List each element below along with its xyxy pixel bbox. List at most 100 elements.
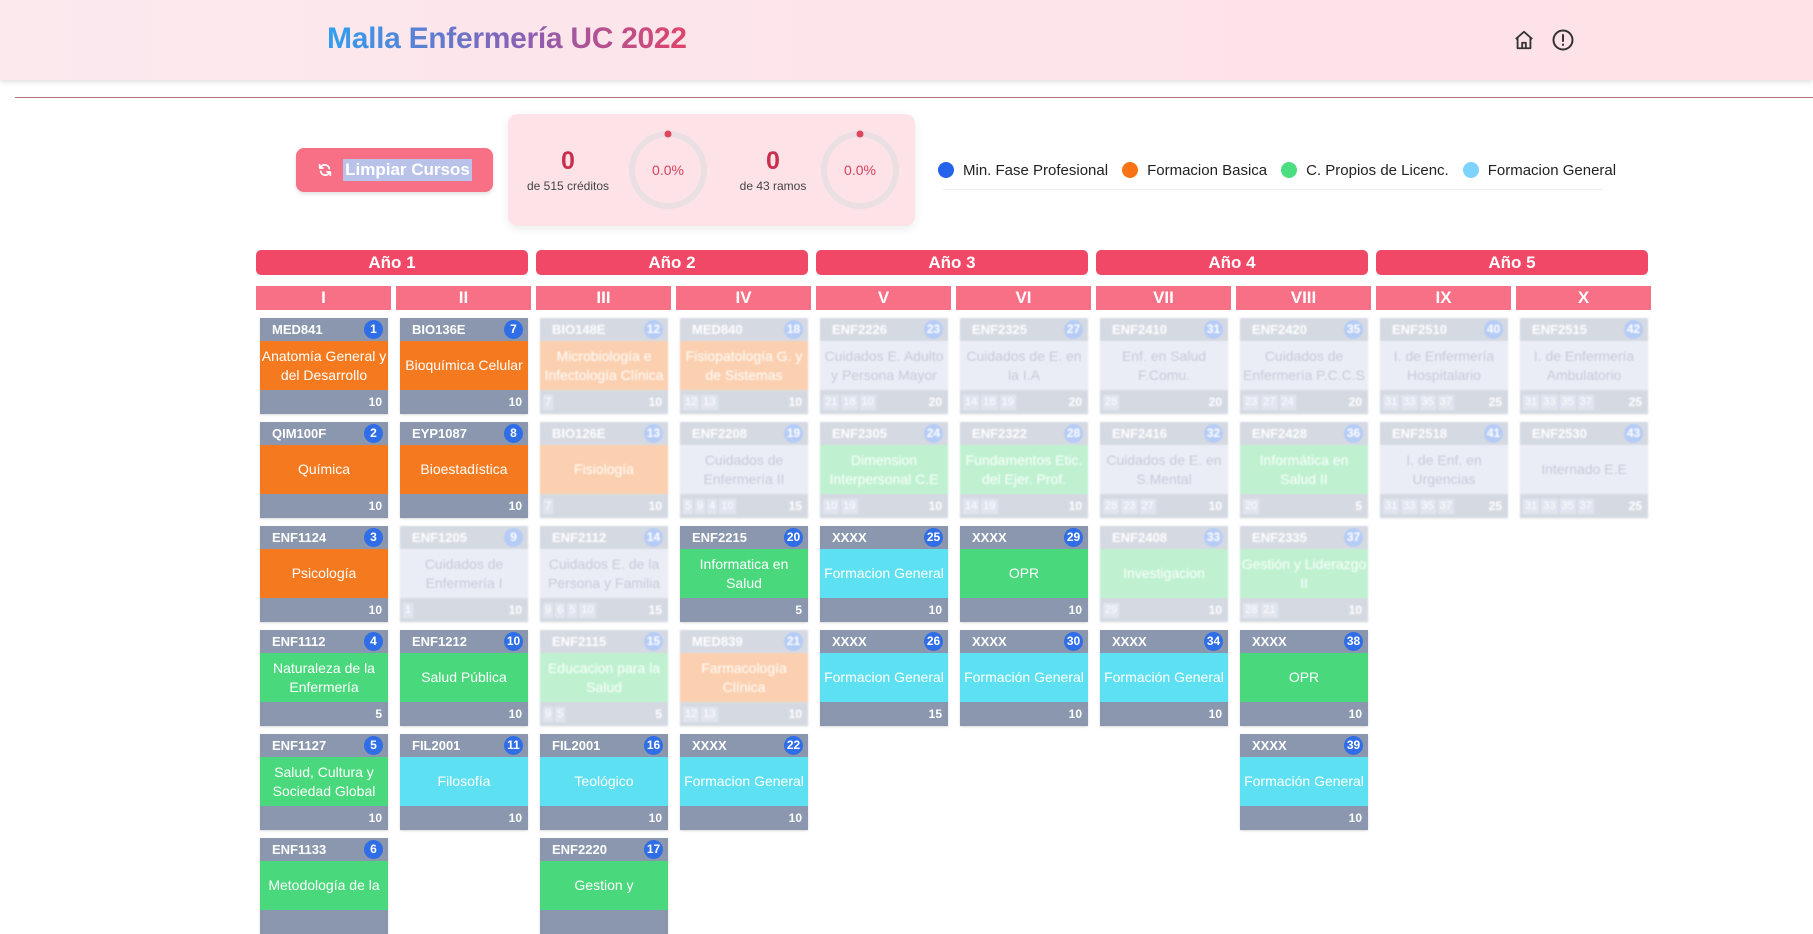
course-header: ENF2220 17 — [540, 838, 668, 861]
legend-dot — [938, 162, 954, 178]
course-card[interactable]: ENF2322 28 Fundamentos Etic. del Ejer. Pro… — [960, 422, 1088, 518]
clear-courses-button[interactable]: Limpiar Cursos — [296, 148, 493, 192]
course-credits: 10 — [1068, 603, 1082, 617]
course-card[interactable]: ENF2518 41 I. de Enf. en Urgencias 31 33 35 37… — [1380, 422, 1508, 518]
course-card[interactable]: ENF2112 14 Cuidados E. de la Persona y Fam… — [540, 526, 668, 622]
course-card[interactable]: ENF2220 17 Gestion y — [540, 838, 668, 934]
course-header: MED841 1 — [260, 318, 388, 341]
course-code: ENF2510 — [1392, 322, 1447, 337]
course-footer: 21 18 10 20 — [820, 390, 948, 414]
course-card[interactable]: XXXX 39 Formación General 10 — [1240, 734, 1368, 830]
course-card[interactable]: BIO148E 12 Microbiología e Infectología Cl… — [540, 318, 668, 414]
prerequisite-tag: 28 — [1103, 499, 1120, 514]
course-card[interactable]: ENF1124 3 Psicología 10 — [260, 526, 388, 622]
course-header: ENF1212 10 — [400, 630, 528, 653]
semester-header: VI — [956, 286, 1091, 310]
course-card[interactable]: ENF1205 9 Cuidados de Enfermería I 1 10 — [400, 526, 528, 622]
course-card[interactable]: BIO136E 7 Bioquímica Celular 10 — [400, 318, 528, 414]
course-name: OPR — [960, 549, 1088, 598]
course-card[interactable]: QIM100F 2 Química 10 — [260, 422, 388, 518]
course-card[interactable]: ENF2515 42 I. de Enfermería Ambulatorio 31 3… — [1520, 318, 1648, 414]
course-card[interactable]: XXXX 29 OPR 10 — [960, 526, 1088, 622]
prerequisite-tag: 35 — [1559, 395, 1576, 410]
course-card[interactable]: ENF1112 4 Naturaleza de la Enfermería 5 — [260, 630, 388, 726]
course-code: FIL2001 — [552, 738, 601, 753]
prerequisite-list: 14 18 19 — [963, 395, 1016, 410]
course-card[interactable]: ENF2325 27 Cuidados de E. en la I.A 14 18 19 2… — [960, 318, 1088, 414]
course-card[interactable]: ENF2530 43 Internado E.E 31 33 35 37 25 — [1520, 422, 1648, 518]
course-credits: 10 — [1068, 707, 1082, 721]
course-footer: 28 21 10 — [1240, 598, 1368, 622]
course-card[interactable]: ENF1127 5 Salud, Cultura y Sociedad Global… — [260, 734, 388, 830]
course-card[interactable]: FIL2001 11 Filosofía 10 — [400, 734, 528, 830]
course-card[interactable]: MED840 18 Fisiopatología G. y de Sistemas 1… — [680, 318, 808, 414]
course-card[interactable]: ENF2410 31 Enf. en Salud F.Comu. 28 20 — [1100, 318, 1228, 414]
prerequisite-tag: 9 — [543, 707, 554, 722]
course-number-badge: 14 — [644, 528, 663, 547]
course-name: Dimension Interpersonal C.E — [820, 445, 948, 494]
course-number-badge: 2 — [364, 424, 383, 443]
course-card[interactable]: ENF2510 40 I. de Enfermería Hospitalario 31… — [1380, 318, 1508, 414]
info-button[interactable] — [1548, 25, 1578, 55]
course-card[interactable]: FIL2001 16 Teológico 10 — [540, 734, 668, 830]
course-card[interactable]: ENF2215 20 Informatica en Salud 5 — [680, 526, 808, 622]
course-code: MED840 — [692, 322, 743, 337]
prerequisite-tag: 27 — [1261, 395, 1278, 410]
course-footer: 15 — [820, 702, 948, 726]
course-card[interactable]: ENF1133 6 Metodología de la — [260, 838, 388, 934]
prerequisite-list: 1 — [403, 603, 414, 618]
course-number-badge: 29 — [1064, 528, 1083, 547]
course-header: ENF1112 4 — [260, 630, 388, 653]
course-header: ENF2416 32 — [1100, 422, 1228, 445]
course-card[interactable]: ENF2115 15 Educacion para la Salud 9 5 5 — [540, 630, 668, 726]
course-card[interactable]: ENF2305 24 Dimension Interpersonal C.E 10 19… — [820, 422, 948, 518]
course-code: QIM100F — [272, 426, 327, 441]
course-footer: 23 27 24 20 — [1240, 390, 1368, 414]
course-number-badge: 28 — [1064, 424, 1083, 443]
course-code: ENF2428 — [1252, 426, 1307, 441]
prerequisite-list: 5 9 4 10 — [683, 499, 736, 514]
course-card[interactable]: ENF2335 37 Gestión y Liderazgo II 28 21 10 — [1240, 526, 1368, 622]
course-header: ENF1127 5 — [260, 734, 388, 757]
course-number-badge: 43 — [1624, 424, 1643, 443]
course-card[interactable]: XXXX 22 Formacion General 10 — [680, 734, 808, 830]
course-footer — [260, 910, 388, 934]
course-card[interactable]: XXXX 38 OPR 10 — [1240, 630, 1368, 726]
course-card[interactable]: XXXX 26 Formacion General 15 — [820, 630, 948, 726]
course-number-badge: 25 — [924, 528, 943, 547]
course-code: ENF1205 — [412, 530, 467, 545]
course-card[interactable]: XXXX 30 Formación General 10 — [960, 630, 1088, 726]
course-name: I. de Enf. en Urgencias — [1380, 445, 1508, 494]
course-card[interactable]: ENF1212 10 Salud Pública 10 — [400, 630, 528, 726]
course-credits: 15 — [788, 499, 802, 513]
course-number-badge: 20 — [784, 528, 803, 547]
course-card[interactable]: ENF2208 19 Cuidados de Enfermería II 5 9 4 10 1… — [680, 422, 808, 518]
course-credits: 10 — [1208, 603, 1222, 617]
course-code: ENF1127 — [272, 738, 327, 753]
course-code: ENF2112 — [552, 530, 607, 545]
course-card[interactable]: EYP1087 8 Bioestadística 10 — [400, 422, 528, 518]
prerequisite-list: 23 27 24 — [1243, 395, 1296, 410]
course-header: EYP1087 8 — [400, 422, 528, 445]
course-card[interactable]: XXXX 34 Formación General 10 — [1100, 630, 1228, 726]
prerequisite-list: 12 13 — [683, 395, 718, 410]
course-card[interactable]: ENF2408 33 Investigacion 29 10 — [1100, 526, 1228, 622]
course-credits: 10 — [1208, 707, 1222, 721]
course-card[interactable]: MED841 1 Anatomía General y del Desarrollo… — [260, 318, 388, 414]
course-card[interactable]: ENF2420 35 Cuidados de Enfermería P.C.C.S 2… — [1240, 318, 1368, 414]
course-header: ENF2325 27 — [960, 318, 1088, 341]
home-button[interactable] — [1509, 25, 1539, 55]
course-card[interactable]: BIO126E 13 Fisiología 7 10 — [540, 422, 668, 518]
course-number-badge: 12 — [644, 320, 663, 339]
course-number-badge: 15 — [644, 632, 663, 651]
course-card[interactable]: ENF2428 36 Informática en Salud II 20 5 — [1240, 422, 1368, 518]
course-card[interactable]: MED839 21 Farmacología Clínica 12 13 10 — [680, 630, 808, 726]
course-name: Enf. en Salud F.Comu. — [1100, 341, 1228, 390]
course-code: XXXX — [692, 738, 727, 753]
prerequisite-tag: 19 — [841, 499, 858, 514]
app-title: Malla Enfermería UC 2022 — [327, 22, 687, 55]
course-card[interactable]: XXXX 25 Formacion General 10 — [820, 526, 948, 622]
prerequisite-list: 9 6 5 10 — [543, 603, 596, 618]
course-card[interactable]: ENF2416 32 Cuidados de E. en S.Mental 28 23 2… — [1100, 422, 1228, 518]
course-card[interactable]: ENF2226 23 Cuidados E. Adulto y Persona Ma… — [820, 318, 948, 414]
